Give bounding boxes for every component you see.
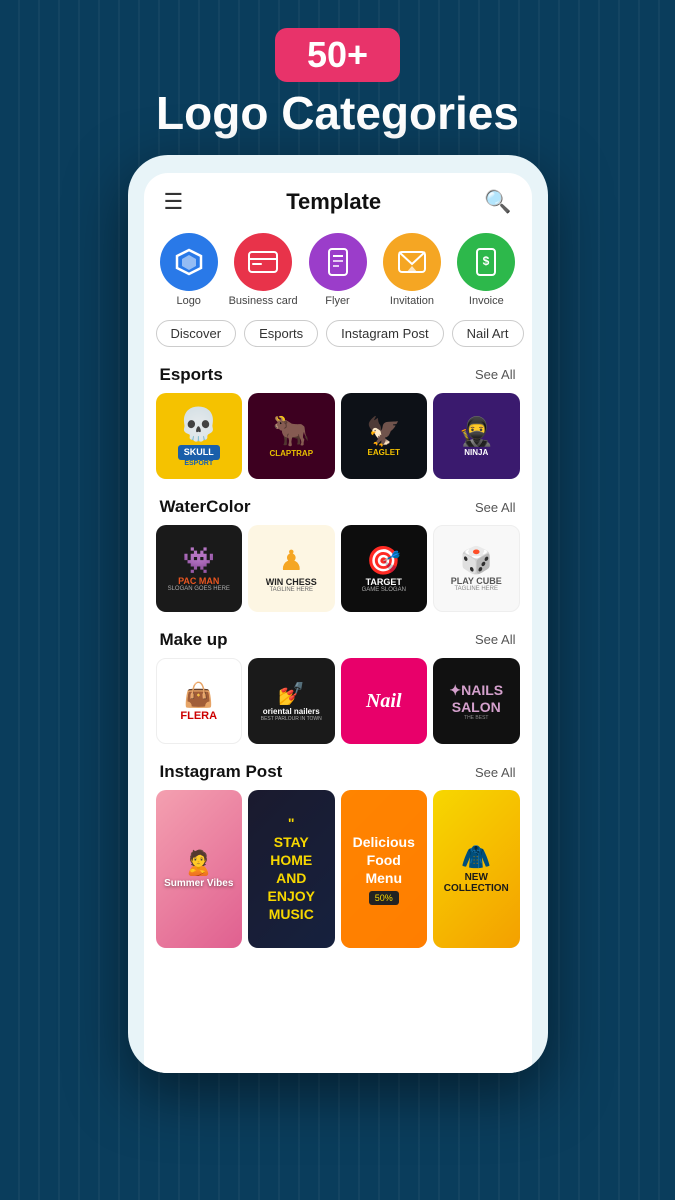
esports-card-ninja[interactable]: 🥷 NINJA — [433, 393, 520, 480]
business-card-icon — [234, 233, 292, 291]
esports-section-header: Esports See All — [144, 355, 532, 393]
makeup-card-nails-salon[interactable]: ✦NAILSSALON THE BEST — [433, 658, 520, 745]
makeup-card-nail[interactable]: Nail — [341, 658, 428, 745]
watercolor-card-cube[interactable]: 🎲 PLAY CUBE TAGLINE HERE — [433, 525, 520, 612]
instagram-grid: 🙎 Summer Vibes "STAYHOMEANDENJOYMUSIC De… — [144, 790, 532, 947]
filter-nail-art[interactable]: Nail Art — [452, 320, 524, 347]
watercolor-see-all[interactable]: See All — [475, 500, 515, 515]
instagram-card-music[interactable]: "STAYHOMEANDENJOYMUSIC — [248, 790, 335, 947]
watercolor-section-header: WaterColor See All — [144, 487, 532, 525]
badge: 50+ — [275, 28, 400, 82]
filter-row: Discover Esports Instagram Post Nail Art… — [144, 312, 532, 355]
nav-bar: ☰ Template 🔍 — [144, 173, 532, 225]
esports-title: Esports — [160, 365, 223, 385]
makeup-section-header: Make up See All — [144, 620, 532, 658]
instagram-card-food[interactable]: DeliciousFood Menu 50% — [341, 790, 428, 947]
category-business-card[interactable]: Business card — [228, 233, 298, 308]
category-invitation-label: Invitation — [390, 295, 434, 308]
watercolor-card-pacman[interactable]: 👾 PAC MAN SLOGAN GOES HERE — [156, 525, 243, 612]
watercolor-title: WaterColor — [160, 497, 251, 517]
category-invoice[interactable]: $ Invoice — [451, 233, 521, 308]
instagram-see-all[interactable]: See All — [475, 765, 515, 780]
category-flyer-label: Flyer — [325, 295, 349, 308]
category-logo[interactable]: Logo — [154, 233, 224, 308]
header-title: Logo Categories — [20, 88, 655, 139]
flyer-icon — [309, 233, 367, 291]
watercolor-card-target[interactable]: 🎯 TARGET GAME SLOGAN — [341, 525, 428, 612]
instagram-title: Instagram Post — [160, 762, 283, 782]
category-row: Logo Business card Flyer — [144, 225, 532, 312]
svg-text:$: $ — [483, 254, 490, 268]
category-business-label: Business card — [229, 295, 298, 308]
esports-card-skull[interactable]: 💀 SKULL ESPORT — [156, 393, 243, 480]
esports-see-all[interactable]: See All — [475, 367, 515, 382]
invoice-icon: $ — [457, 233, 515, 291]
watercolor-card-chess[interactable]: ♟ WIN CHESS TAGLINE HERE — [248, 525, 335, 612]
instagram-section-header: Instagram Post See All — [144, 752, 532, 790]
makeup-grid: 👜 FLERA 💅 oriental nailers BEST PARLOUR … — [144, 658, 532, 753]
esports-card-claptrap[interactable]: 🐂 CLAPTRAP — [248, 393, 335, 480]
filter-instagram[interactable]: Instagram Post — [326, 320, 443, 347]
logo-icon — [160, 233, 218, 291]
instagram-card-collection[interactable]: 🧥 NEWCOLLECTION — [433, 790, 520, 947]
category-invoice-label: Invoice — [469, 295, 504, 308]
esports-grid: 💀 SKULL ESPORT 🐂 CLAPTRAP — [144, 393, 532, 488]
filter-discover[interactable]: Discover — [156, 320, 237, 347]
esports-card-eaglet[interactable]: 🦅 EAGLET — [341, 393, 428, 480]
category-logo-label: Logo — [176, 295, 200, 308]
makeup-see-all[interactable]: See All — [475, 632, 515, 647]
makeup-card-flera[interactable]: 👜 FLERA — [156, 658, 243, 745]
menu-icon[interactable]: ☰ — [164, 189, 184, 215]
filter-esports[interactable]: Esports — [244, 320, 318, 347]
instagram-card-summer[interactable]: 🙎 Summer Vibes — [156, 790, 243, 947]
category-invitation[interactable]: Invitation — [377, 233, 447, 308]
search-icon[interactable]: 🔍 — [484, 189, 511, 215]
header: 50+ Logo Categories — [0, 0, 675, 155]
nav-title: Template — [286, 189, 381, 215]
category-flyer[interactable]: Flyer — [302, 233, 372, 308]
makeup-title: Make up — [160, 630, 228, 650]
phone-screen: ☰ Template 🔍 Logo Business card — [144, 173, 532, 1073]
phone-mockup: ☰ Template 🔍 Logo Business card — [128, 155, 548, 1073]
watercolor-grid: 👾 PAC MAN SLOGAN GOES HERE ♟ WIN CHESS T… — [144, 525, 532, 620]
phone-wrapper: ☰ Template 🔍 Logo Business card — [0, 155, 675, 1073]
invitation-icon — [383, 233, 441, 291]
makeup-card-oriental[interactable]: 💅 oriental nailers BEST PARLOUR IN TOWN — [248, 658, 335, 745]
